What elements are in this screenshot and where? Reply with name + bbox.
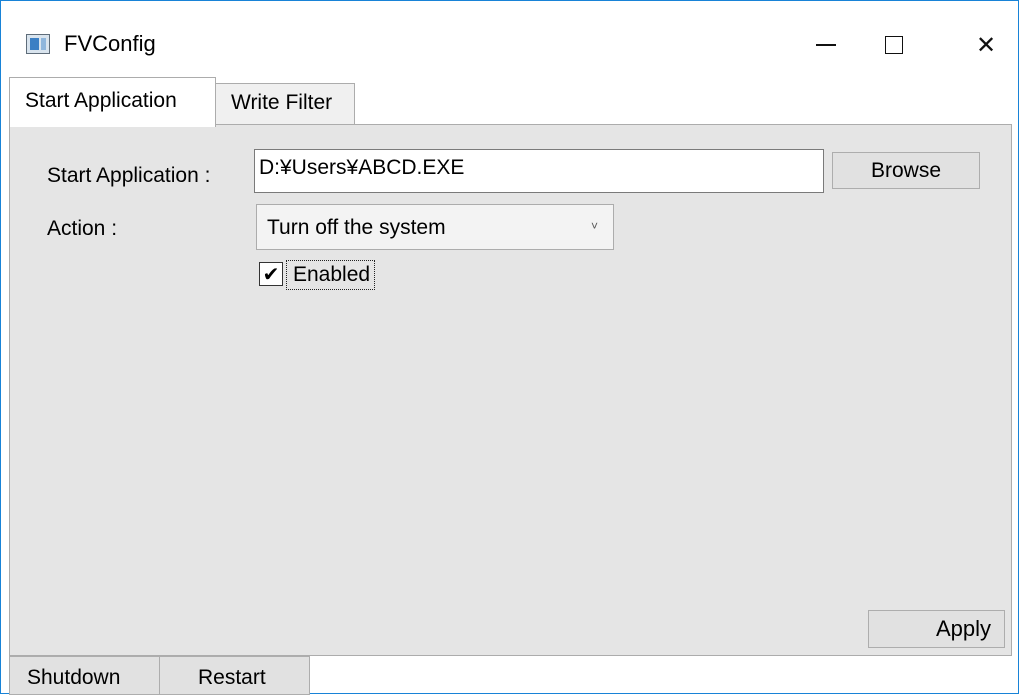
- action-dropdown[interactable]: Turn off the system ˅: [256, 204, 614, 250]
- tab-write-filter[interactable]: Write Filter: [216, 83, 355, 125]
- window-app-icon: [26, 34, 50, 54]
- maximize-button[interactable]: [871, 27, 917, 63]
- window-title: FVConfig: [64, 31, 156, 56]
- shutdown-button[interactable]: Shutdown: [9, 656, 160, 695]
- tab-strip: Start Application Write Filter: [9, 77, 1009, 127]
- start-application-path-input[interactable]: D:¥Users¥ABCD.EXE: [254, 149, 824, 193]
- close-icon: ✕: [975, 31, 997, 59]
- enabled-checkbox[interactable]: ✔: [259, 262, 283, 286]
- checkmark-icon: ✔: [262, 262, 280, 286]
- enabled-checkbox-label[interactable]: Enabled: [286, 260, 376, 290]
- app-window: FVConfig ✕ Start Application Write Filte…: [0, 0, 1019, 695]
- action-label: Action :: [47, 217, 118, 240]
- restart-button[interactable]: Restart: [159, 656, 310, 695]
- browse-button[interactable]: Browse: [832, 152, 980, 189]
- minimize-button[interactable]: [803, 27, 849, 63]
- tab-content-panel: Start Application : D:¥Users¥ABCD.EXE Br…: [9, 124, 1012, 656]
- maximize-icon: [885, 36, 903, 54]
- minimize-icon: [816, 44, 836, 46]
- chevron-down-icon: ˅: [591, 219, 599, 233]
- title-bar[interactable]: FVConfig ✕: [1, 1, 1018, 71]
- enabled-checkbox-row[interactable]: ✔ Enabled: [259, 260, 399, 290]
- apply-button[interactable]: Apply: [868, 610, 1005, 648]
- start-application-label: Start Application :: [47, 164, 211, 187]
- action-selected-value: Turn off the system: [267, 216, 446, 239]
- close-button[interactable]: ✕: [963, 27, 1009, 63]
- tab-start-application[interactable]: Start Application: [9, 77, 216, 127]
